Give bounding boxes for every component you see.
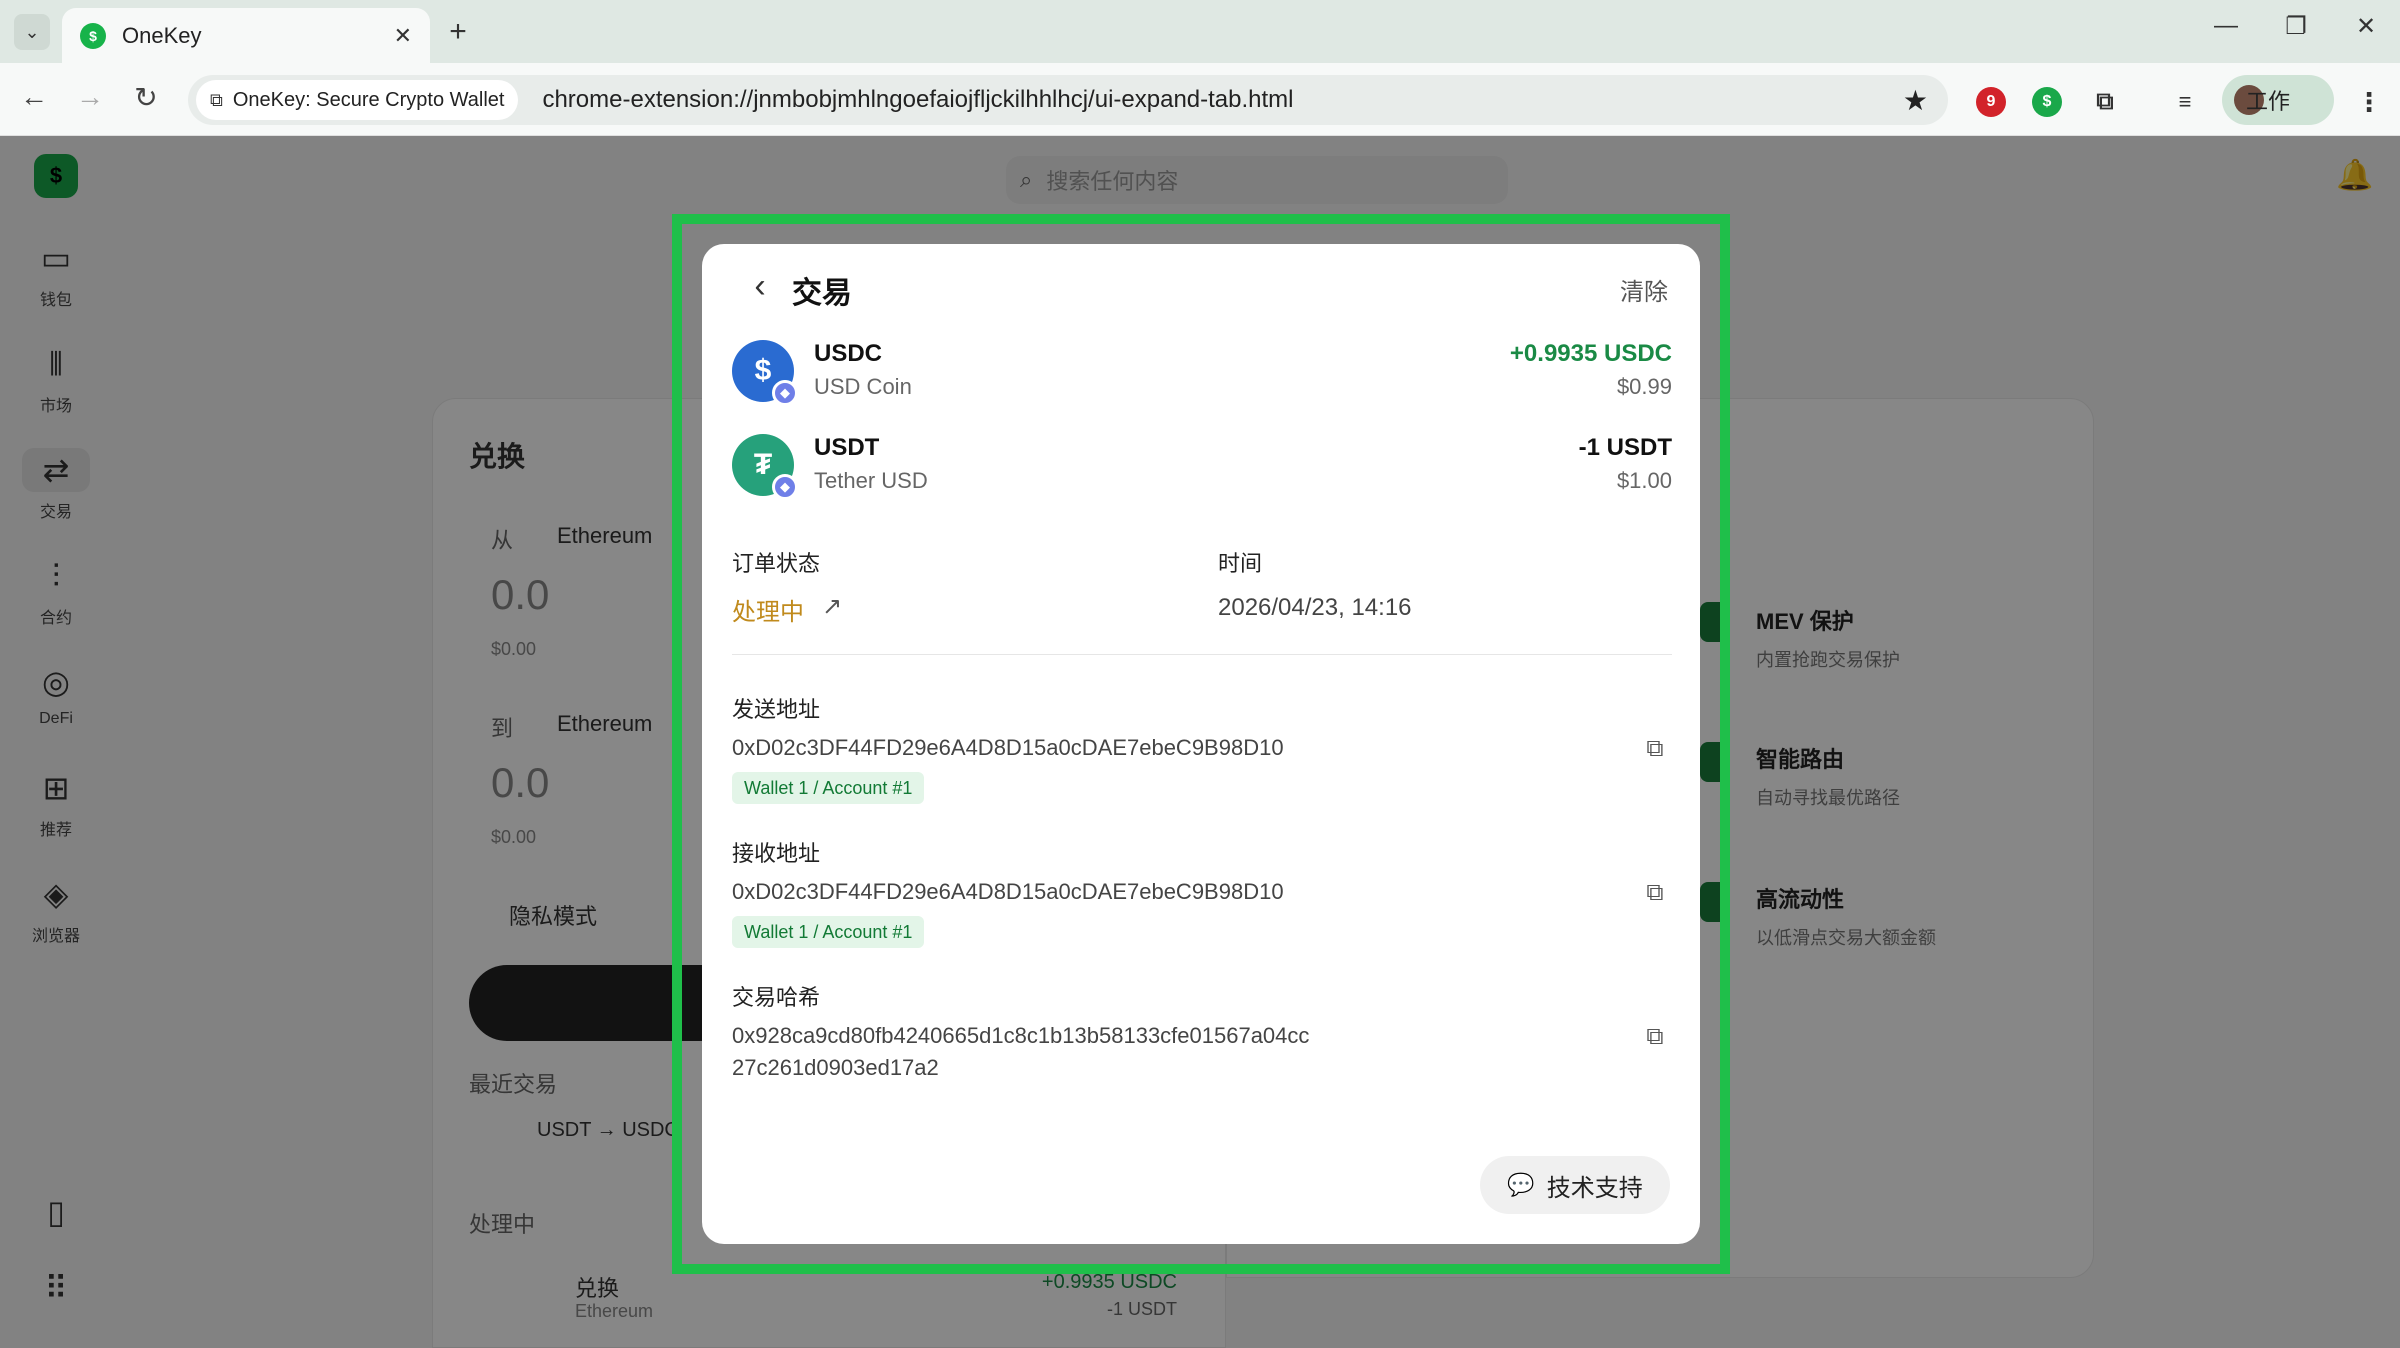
minimize-icon[interactable]: —: [2206, 12, 2246, 40]
onekey-extension-icon[interactable]: $: [2032, 87, 2062, 117]
profile-button[interactable]: 工作: [2222, 75, 2334, 125]
divider: [732, 654, 1672, 655]
back-chevron-icon[interactable]: ‹: [740, 266, 780, 306]
copy-sender-icon[interactable]: ⧉: [1640, 734, 1670, 764]
tx-hash-line2: 27c261d0903ed17a2: [732, 1055, 939, 1080]
sender-address-label: 发送地址: [732, 697, 821, 722]
copy-hash-icon[interactable]: ⧉: [1640, 1022, 1670, 1052]
external-link-icon[interactable]: ↗: [822, 592, 842, 621]
asset-symbol: USDT: [814, 434, 880, 461]
asset-amount: -1 USDT: [1578, 434, 1672, 461]
tx-hash-label: 交易哈希: [732, 985, 821, 1010]
browser-toolbar: ← → ↻ ⧉ OneKey: Secure Crypto Wallet chr…: [0, 63, 2400, 136]
bookmark-star-icon[interactable]: ★: [1903, 84, 1928, 117]
transaction-detail-modal: ‹ 交易 清除 $ ◆ USDC USD Coin +0.9935 USDC $…: [702, 244, 1700, 1244]
new-tab-button[interactable]: +: [440, 14, 476, 50]
address-bar[interactable]: ⧉ OneKey: Secure Crypto Wallet chrome-ex…: [188, 75, 1948, 125]
chat-bubble-icon: 💬: [1507, 1172, 1535, 1197]
ethereum-badge-icon: ◆: [772, 474, 798, 500]
sender-account-tag: Wallet 1 / Account #1: [732, 772, 925, 804]
sender-address: 0xD02c3DF44FD29e6A4D8D15a0cDAE7ebeC9B98D…: [732, 735, 1284, 760]
site-info-chip[interactable]: ⧉ OneKey: Secure Crypto Wallet: [196, 80, 519, 120]
modal-header: ‹ 交易 清除: [702, 244, 1700, 330]
asset-fiat: $0.99: [1616, 374, 1672, 399]
profile-label: 工作: [2246, 89, 2291, 114]
back-arrow-icon[interactable]: ←: [14, 81, 54, 113]
asset-fiat: $1.00: [1616, 468, 1672, 493]
time-value: 2026/04/23, 14:16: [1218, 594, 1412, 621]
receiver-account-tag: Wallet 1 / Account #1: [732, 916, 925, 948]
copy-receiver-icon[interactable]: ⧉: [1640, 878, 1670, 908]
browser-menu-icon[interactable]: ⋮: [2354, 87, 2384, 117]
url-text[interactable]: chrome-extension://jnmbobjmhlngoefaiojfl…: [542, 86, 1902, 114]
ethereum-badge-icon: ◆: [772, 380, 798, 406]
asset-name: Tether USD: [814, 468, 928, 493]
reload-icon[interactable]: ↻: [126, 81, 166, 114]
asset-symbol: USDC: [814, 340, 883, 367]
media-control-icon[interactable]: ≡: [2170, 87, 2200, 117]
onekey-favicon-icon: $: [80, 22, 106, 49]
tech-support-button[interactable]: 💬 技术支持: [1480, 1156, 1670, 1214]
tab-search-button[interactable]: ⌄: [14, 14, 50, 50]
time-label: 时间: [1218, 551, 1263, 576]
scroll-fade: [702, 1112, 1700, 1142]
asset-amount: +0.9935 USDC: [1509, 340, 1672, 367]
receiver-address-label: 接收地址: [732, 841, 821, 866]
browser-tab[interactable]: $ OneKey ✕: [62, 8, 430, 63]
extension-icon: ⧉: [210, 89, 223, 110]
asset-row-usdc: $ ◆ USDC USD Coin +0.9935 USDC $0.99: [732, 340, 1672, 410]
clear-button[interactable]: 清除: [1620, 272, 1668, 307]
forward-arrow-icon[interactable]: →: [70, 81, 110, 113]
extension-red-icon[interactable]: 9: [1976, 87, 2006, 117]
site-chip-label: OneKey: Secure Crypto Wallet: [232, 88, 505, 111]
order-status-value[interactable]: 处理中: [732, 592, 804, 627]
tab-close-icon[interactable]: ✕: [394, 23, 412, 49]
tx-hash-line1: 0x928ca9cd80fb4240665d1c8c1b13b58133cfe0…: [732, 1023, 1310, 1048]
browser-tabbar: ⌄ $ OneKey ✕ + — ❐ ✕: [0, 0, 2400, 63]
tab-title: OneKey: [122, 22, 202, 48]
restore-icon[interactable]: ❐: [2276, 12, 2316, 41]
receiver-address: 0xD02c3DF44FD29e6A4D8D15a0cDAE7ebeC9B98D…: [732, 879, 1284, 904]
modal-title: 交易: [792, 277, 852, 310]
asset-name: USD Coin: [814, 374, 912, 399]
tech-support-label: 技术支持: [1546, 1174, 1643, 1202]
extensions-puzzle-icon[interactable]: ⧉: [2090, 87, 2120, 117]
asset-row-usdt: ₮ ◆ USDT Tether USD -1 USDT $1.00: [732, 434, 1672, 504]
window-close-icon[interactable]: ✕: [2346, 12, 2386, 41]
order-status-label: 订单状态: [732, 551, 821, 576]
